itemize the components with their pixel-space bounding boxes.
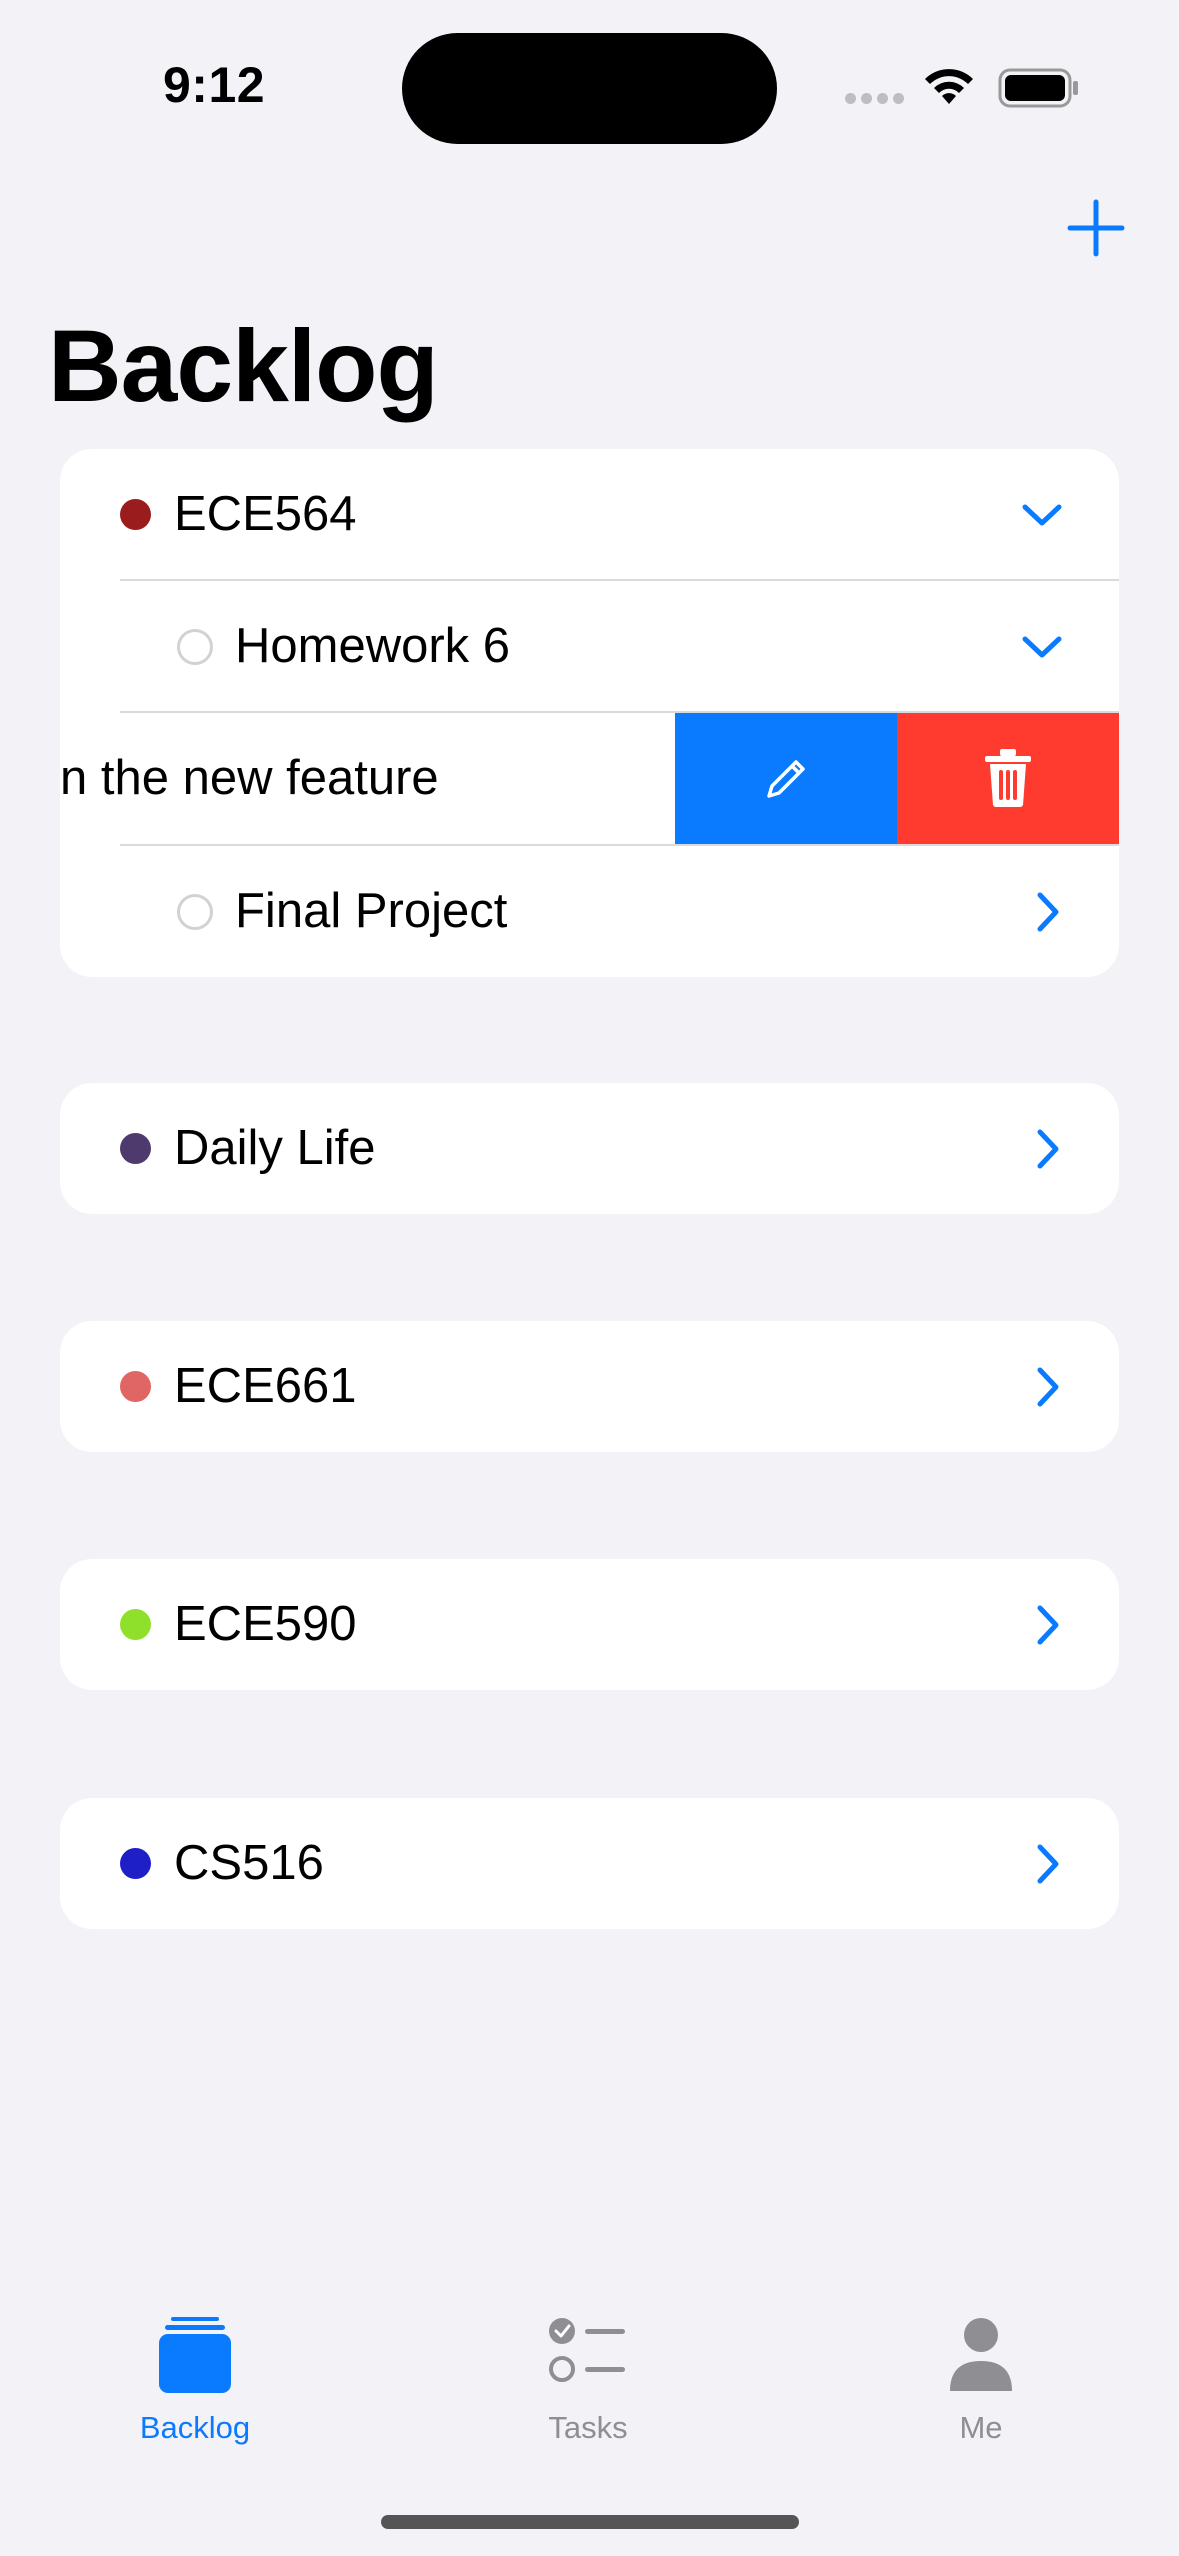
tab-label: Tasks <box>548 2410 628 2445</box>
group-row[interactable]: ECE661 <box>60 1321 1119 1452</box>
group-row[interactable]: CS516 <box>60 1798 1119 1929</box>
task-status-circle[interactable] <box>177 629 213 665</box>
checklist-icon <box>549 2318 625 2382</box>
group-name: ECE590 <box>174 1597 357 1651</box>
group-card-daily-life[interactable]: Daily Life <box>60 1083 1119 1214</box>
task-label: n the new feature <box>60 751 439 805</box>
trash-icon <box>985 749 1031 807</box>
page-title: Backlog <box>48 309 439 423</box>
task-label: Homework 6 <box>235 619 511 673</box>
group-card-ece590[interactable]: ECE590 <box>60 1559 1119 1690</box>
group-row[interactable]: Daily Life <box>60 1083 1119 1214</box>
home-indicator[interactable] <box>381 2515 799 2529</box>
delete-button[interactable] <box>897 713 1119 844</box>
task-label: Final Project <box>235 884 508 938</box>
task-row-final-project[interactable]: Final Project <box>60 846 1119 977</box>
tab-me[interactable]: Me <box>881 2315 1081 2446</box>
group-name: CS516 <box>174 1836 324 1890</box>
chevron-right-icon[interactable] <box>1026 1127 1070 1171</box>
group-name: Daily Life <box>174 1121 376 1175</box>
screen: 9:12 Backlog ECE564 Homework 6 n the new… <box>0 0 1179 2556</box>
group-card-ece564: ECE564 Homework 6 n the new feature Fina… <box>60 449 1119 977</box>
person-icon <box>950 2318 1012 2391</box>
chevron-right-icon[interactable] <box>1026 890 1070 934</box>
tab-tasks[interactable]: Tasks <box>488 2315 688 2446</box>
group-card-cs516[interactable]: CS516 <box>60 1798 1119 1929</box>
edit-button[interactable] <box>675 713 897 844</box>
task-row-homework-6[interactable]: Homework 6 <box>60 581 1119 712</box>
status-time: 9:12 <box>163 57 266 113</box>
stack-icon <box>159 2317 231 2393</box>
dynamic-island <box>402 33 777 144</box>
battery-icon <box>998 68 1078 108</box>
chevron-right-icon[interactable] <box>1026 1842 1070 1886</box>
group-card-ece661[interactable]: ECE661 <box>60 1321 1119 1452</box>
task-row-swiped[interactable]: n the new feature <box>60 713 1119 844</box>
tab-backlog[interactable]: Backlog <box>95 2315 295 2446</box>
add-button[interactable] <box>1066 198 1126 258</box>
group-row[interactable]: ECE590 <box>60 1559 1119 1690</box>
chevron-down-icon[interactable] <box>1020 625 1064 669</box>
chevron-right-icon[interactable] <box>1026 1365 1070 1409</box>
group-name: ECE564 <box>174 487 357 541</box>
cellular-signal-icon <box>845 93 905 105</box>
tab-label: Me <box>959 2410 1003 2445</box>
task-status-circle[interactable] <box>177 894 213 930</box>
group-color-dot <box>120 1371 151 1402</box>
chevron-down-icon[interactable] <box>1020 493 1064 537</box>
group-color-dot <box>120 1609 151 1640</box>
group-row-ece564[interactable]: ECE564 <box>60 449 1119 580</box>
chevron-right-icon[interactable] <box>1026 1603 1070 1647</box>
group-color-dot <box>120 499 151 530</box>
wifi-icon <box>925 69 973 104</box>
group-color-dot <box>120 1848 151 1879</box>
pencil-icon <box>767 760 805 798</box>
tab-label: Backlog <box>139 2410 251 2445</box>
group-name: ECE661 <box>174 1359 357 1413</box>
group-color-dot <box>120 1133 151 1164</box>
